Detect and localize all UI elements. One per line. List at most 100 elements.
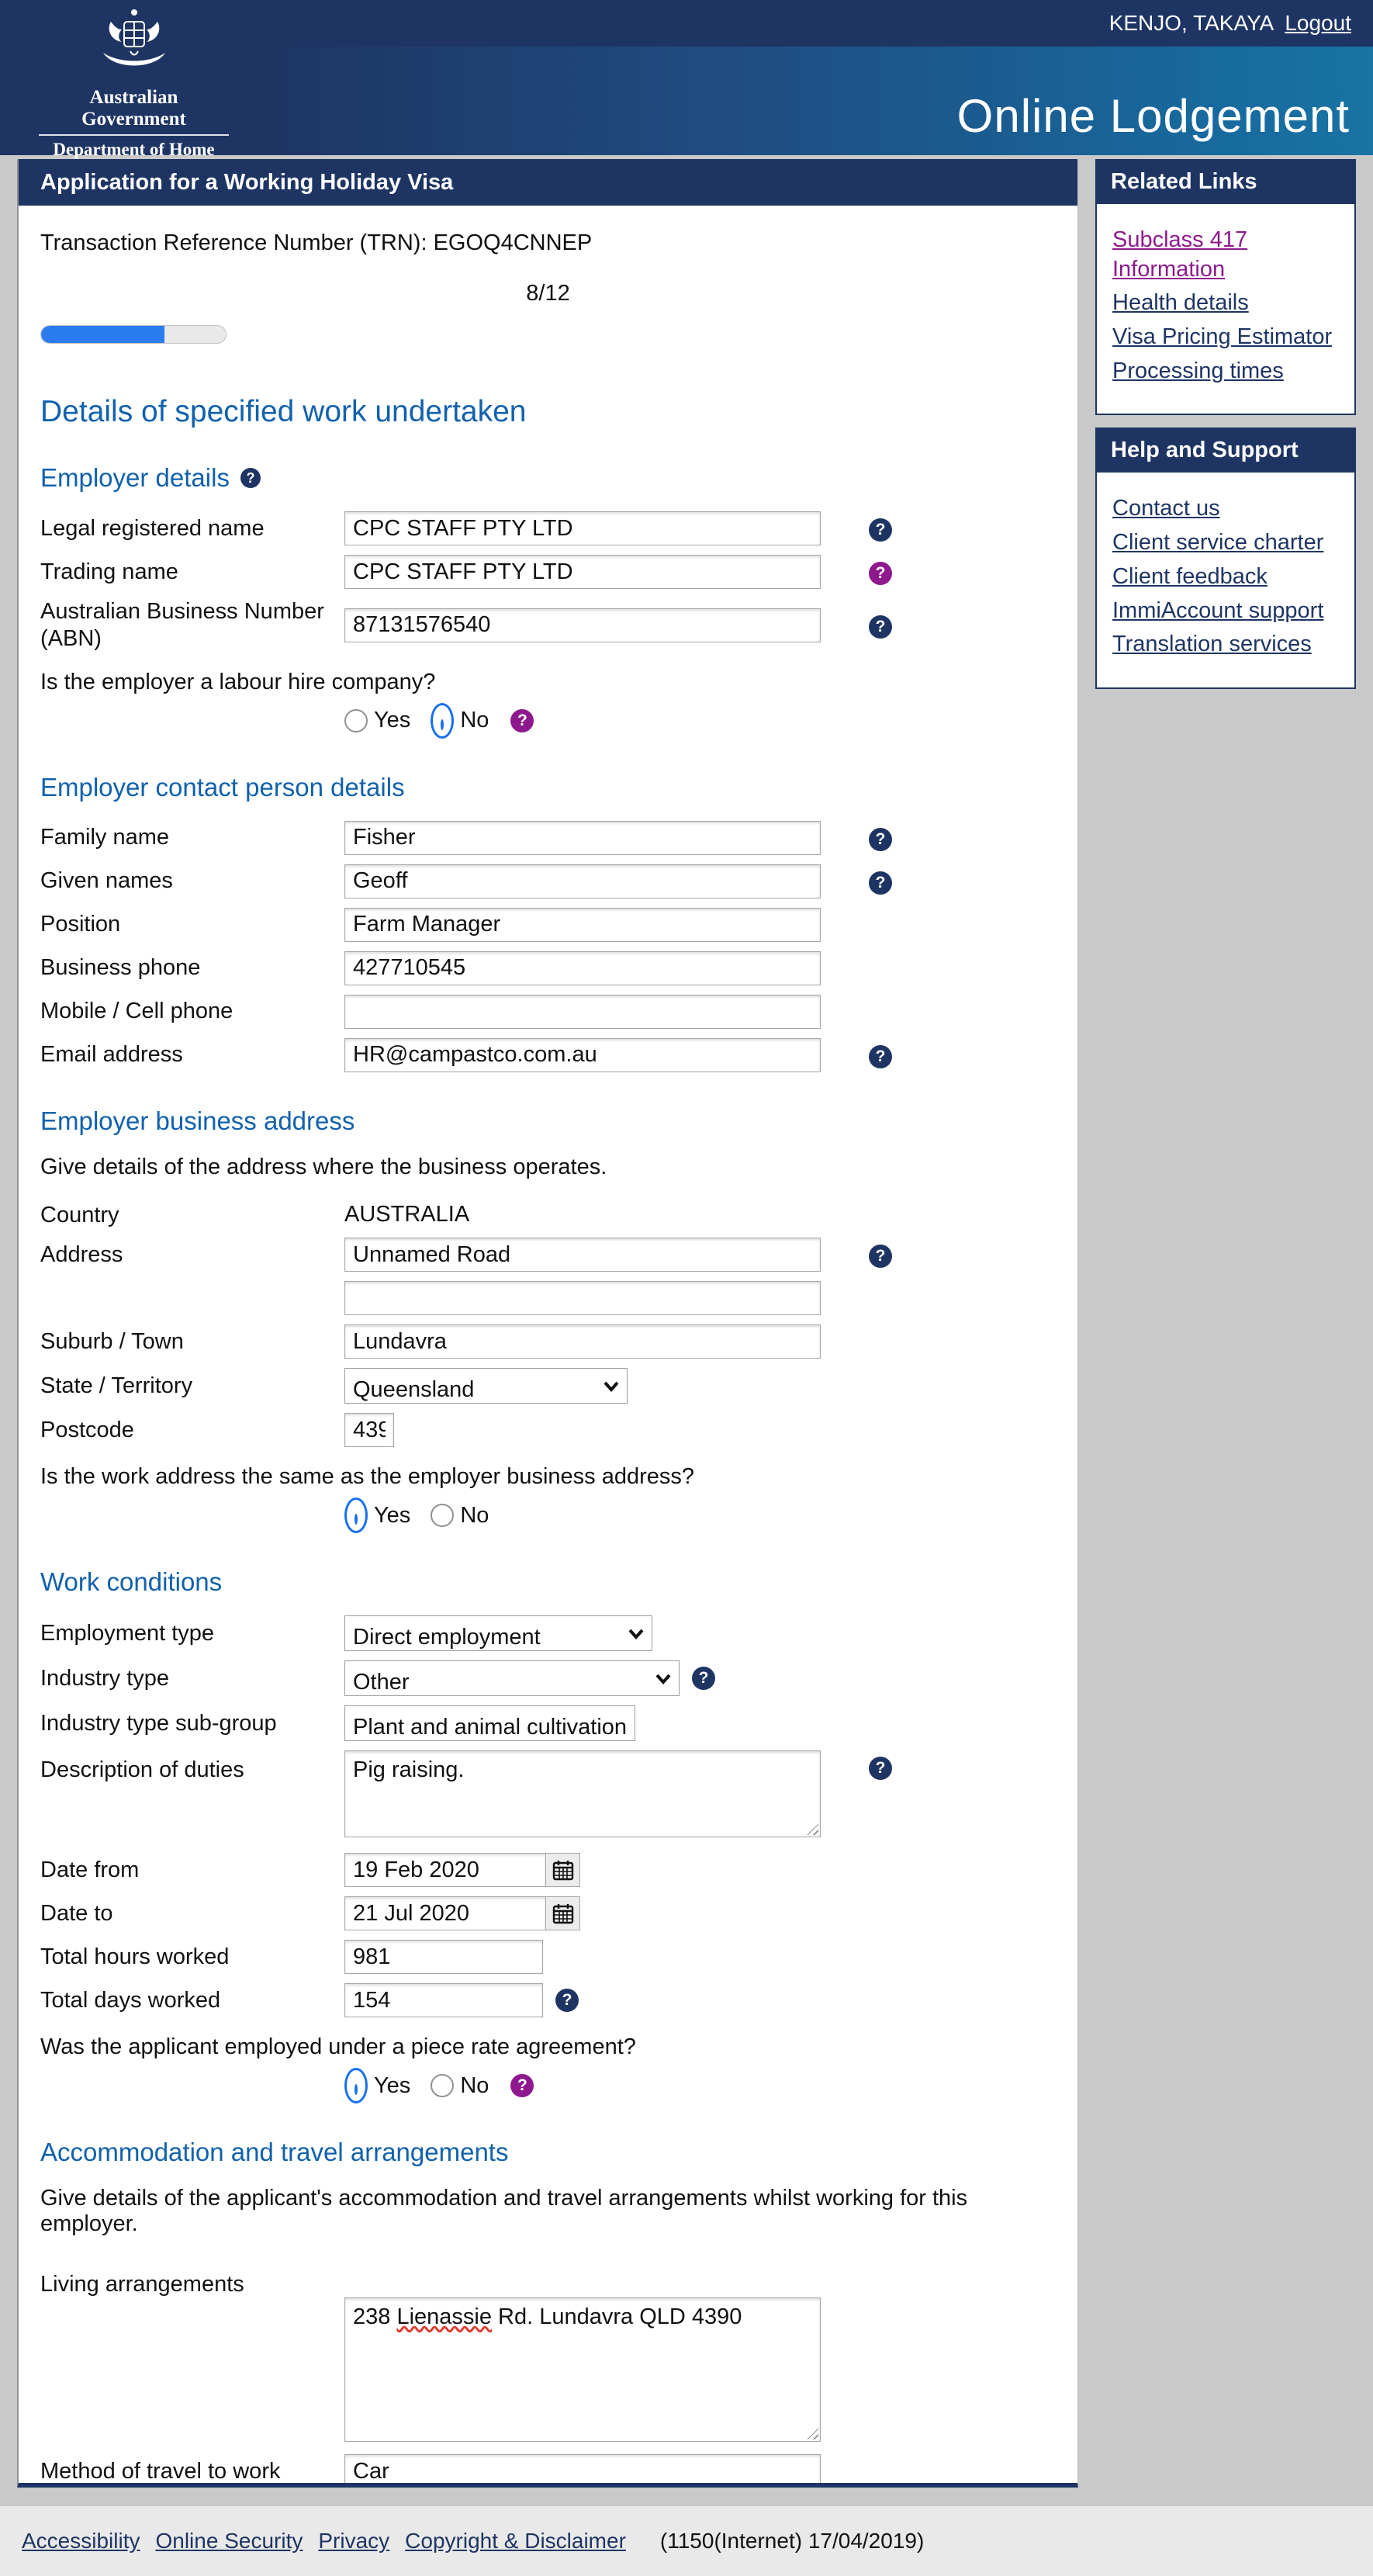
field-duties: Description of duties Pig raising. ? bbox=[40, 1750, 1056, 1837]
total-days-input[interactable] bbox=[344, 1983, 543, 2017]
help-icon[interactable]: ? bbox=[555, 1989, 579, 2012]
field-mobile-phone: Mobile / Cell phone bbox=[40, 995, 1056, 1029]
section-contact-details: Employer contact person details bbox=[40, 773, 1056, 802]
employment-type-value: Direct employment bbox=[353, 1625, 541, 1650]
sidebar-link-translation-services[interactable]: Translation services bbox=[1112, 630, 1339, 660]
postcode-input[interactable] bbox=[344, 1413, 394, 1447]
help-icon[interactable]: ? bbox=[869, 1045, 892, 1068]
question-text: Was the applicant employed under a piece… bbox=[40, 2034, 1056, 2060]
position-input[interactable] bbox=[344, 908, 821, 942]
given-names-input[interactable] bbox=[344, 864, 821, 898]
same-address-yes-radio[interactable] bbox=[344, 1497, 368, 1533]
industry-type-value: Other bbox=[353, 1670, 410, 1695]
labour-hire-yes-radio[interactable] bbox=[344, 709, 368, 732]
field-label: Employment type bbox=[40, 1620, 344, 1647]
application-title: Application for a Working Holiday Visa bbox=[19, 159, 1077, 206]
suburb-input[interactable] bbox=[344, 1324, 821, 1359]
footer-link-privacy[interactable]: Privacy bbox=[318, 2529, 389, 2553]
business-phone-input[interactable] bbox=[344, 951, 821, 985]
help-icon[interactable]: ? bbox=[510, 2074, 534, 2097]
living-text-misspelled: Lienassie bbox=[396, 2304, 492, 2329]
living-arrangements-textarea[interactable]: 238 Lienassie Rd. Lundavra QLD 4390 bbox=[344, 2297, 821, 2442]
related-links-title: Related Links bbox=[1095, 159, 1356, 204]
date-from-calendar-button[interactable] bbox=[546, 1853, 580, 1887]
government-logo: Australian Government Department of Home… bbox=[39, 6, 229, 180]
legal-name-input[interactable] bbox=[344, 511, 821, 545]
gov-line1: Australian Government bbox=[39, 87, 229, 136]
field-label: Legal registered name bbox=[40, 515, 344, 542]
date-from-input[interactable] bbox=[344, 1853, 546, 1887]
help-icon[interactable]: ? bbox=[869, 828, 892, 851]
help-icon[interactable]: ? bbox=[869, 562, 892, 585]
abn-input[interactable] bbox=[344, 608, 821, 642]
footer-link-accessibility[interactable]: Accessibility bbox=[22, 2529, 140, 2553]
chevron-down-icon bbox=[603, 1381, 619, 1392]
help-icon[interactable]: ? bbox=[869, 1757, 892, 1780]
date-to-calendar-button[interactable] bbox=[546, 1896, 580, 1930]
piece-rate-no-radio[interactable] bbox=[431, 2074, 454, 2097]
field-employment-type: Employment type Direct employment bbox=[40, 1615, 1056, 1651]
address-line2-input[interactable] bbox=[344, 1281, 821, 1315]
field-label: State / Territory bbox=[40, 1373, 344, 1400]
question-labour-hire: Is the employer a labour hire company? Y… bbox=[40, 670, 1056, 739]
industry-type-select[interactable]: Other bbox=[344, 1660, 680, 1696]
total-hours-input[interactable] bbox=[344, 1940, 543, 1974]
field-date-to: Date to bbox=[40, 1896, 1056, 1930]
radio-label-yes: Yes bbox=[374, 1503, 410, 1529]
question-text: Is the work address the same as the empl… bbox=[40, 1464, 1056, 1490]
help-icon[interactable]: ? bbox=[869, 1245, 892, 1268]
field-label: Address bbox=[40, 1241, 344, 1269]
radio-label-no: No bbox=[460, 708, 489, 733]
sidebar-link-subclass-417-information[interactable]: Subclass 417 Information bbox=[1112, 226, 1339, 284]
field-address2 bbox=[40, 1281, 1056, 1315]
industry-subgroup-value: Plant and animal cultivation bbox=[353, 1715, 627, 1740]
footer-link-copyright-disclaimer[interactable]: Copyright & Disclaimer bbox=[405, 2529, 626, 2553]
help-icon[interactable]: ? bbox=[240, 468, 261, 488]
piece-rate-yes-radio[interactable] bbox=[344, 2068, 368, 2103]
field-label: Description of duties bbox=[40, 1750, 344, 1784]
field-living-arrangements: Living arrangements 238 Lienassie Rd. Lu… bbox=[40, 2265, 1056, 2442]
email-input[interactable] bbox=[344, 1038, 821, 1072]
help-icon[interactable]: ? bbox=[510, 709, 534, 732]
sidebar-link-client-service-charter[interactable]: Client service charter bbox=[1112, 528, 1339, 558]
progress-fill bbox=[41, 326, 164, 343]
help-icon[interactable]: ? bbox=[869, 615, 892, 639]
field-label: Given names bbox=[40, 867, 344, 895]
family-name-input[interactable] bbox=[344, 821, 821, 855]
duties-textarea[interactable]: Pig raising. bbox=[344, 1750, 821, 1837]
help-icon[interactable]: ? bbox=[869, 871, 892, 895]
labour-hire-no-radio[interactable] bbox=[431, 703, 454, 739]
field-label: Date from bbox=[40, 1857, 344, 1884]
logout-link[interactable]: Logout bbox=[1285, 11, 1351, 36]
radio-label-yes: Yes bbox=[374, 708, 410, 733]
method-travel-input[interactable] bbox=[344, 2454, 821, 2488]
field-label: Date to bbox=[40, 1900, 344, 1927]
living-text: 238 bbox=[353, 2304, 396, 2329]
sidebar-link-immiaccount-support[interactable]: ImmiAccount support bbox=[1112, 597, 1339, 626]
sidebar-link-processing-times[interactable]: Processing times bbox=[1112, 357, 1339, 386]
mobile-phone-input[interactable] bbox=[344, 995, 821, 1029]
sidebar-link-health-details[interactable]: Health details bbox=[1112, 289, 1339, 318]
version-text: (1150(Internet) 17/04/2019) bbox=[660, 2529, 924, 2553]
footer-link-online-security[interactable]: Online Security bbox=[155, 2529, 303, 2553]
state-select[interactable]: Queensland bbox=[344, 1368, 628, 1404]
question-same-address: Is the work address the same as the empl… bbox=[40, 1464, 1056, 1533]
industry-subgroup-select[interactable]: Plant and animal cultivation bbox=[344, 1705, 635, 1741]
date-to-input[interactable] bbox=[344, 1896, 546, 1930]
employment-type-select[interactable]: Direct employment bbox=[344, 1615, 652, 1651]
same-address-no-radio[interactable] bbox=[431, 1504, 454, 1527]
field-label: Email address bbox=[40, 1041, 344, 1068]
chevron-down-icon bbox=[655, 1674, 671, 1684]
country-value: AUSTRALIA bbox=[344, 1202, 856, 1227]
accommodation-intro: Give details of the applicant's accommod… bbox=[40, 2186, 1056, 2237]
sidebar-link-visa-pricing-estimator[interactable]: Visa Pricing Estimator bbox=[1112, 323, 1339, 352]
trading-name-input[interactable] bbox=[344, 555, 821, 589]
help-icon[interactable]: ? bbox=[869, 518, 892, 542]
field-abn: Australian Business Number (ABN) ? bbox=[40, 598, 1056, 653]
help-icon[interactable]: ? bbox=[692, 1667, 715, 1690]
sidebar-link-contact-us[interactable]: Contact us bbox=[1112, 494, 1339, 524]
field-label: Business phone bbox=[40, 954, 344, 982]
address-line1-input[interactable] bbox=[344, 1238, 821, 1272]
logged-in-user: KENJO, TAKAYA bbox=[1109, 11, 1274, 36]
sidebar-link-client-feedback[interactable]: Client feedback bbox=[1112, 563, 1339, 592]
